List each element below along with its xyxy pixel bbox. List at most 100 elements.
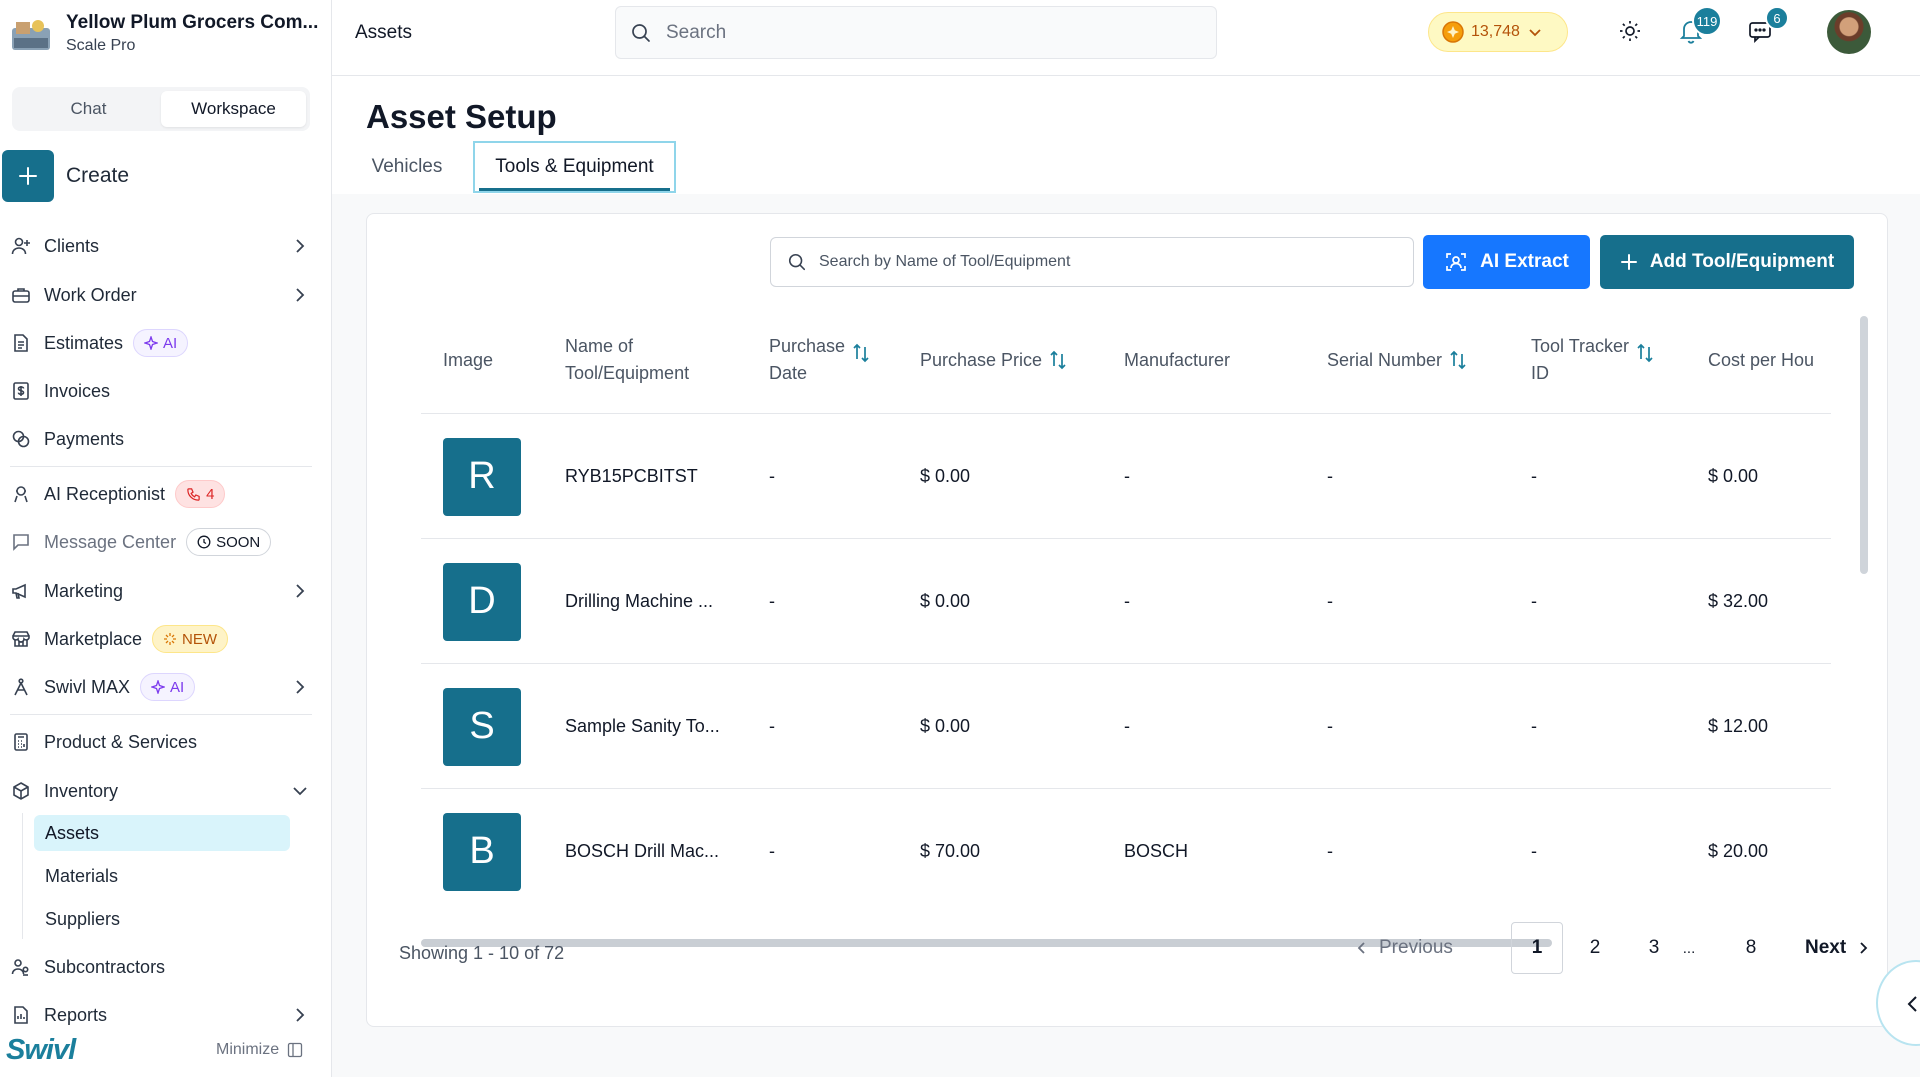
next-label: Next: [1805, 937, 1847, 958]
sort-icon[interactable]: [1048, 348, 1068, 372]
submenu-guide: [22, 813, 23, 939]
sidebar-item-work-order[interactable]: Work Order: [10, 278, 312, 312]
sidebar-item-label: Product & Services: [44, 731, 198, 752]
sidebar-item-invoices[interactable]: Invoices: [10, 374, 312, 408]
minimize-button[interactable]: Minimize: [216, 1041, 303, 1059]
add-tool-label: Add Tool/Equipment: [1649, 251, 1835, 272]
page-button-1[interactable]: 1: [1511, 922, 1563, 974]
coins-value: 13,748: [1471, 23, 1520, 40]
sidebar-item-swivl-max[interactable]: Swivl MAX AI: [10, 670, 312, 704]
coin-icon: [1442, 21, 1464, 43]
tool-avatar: S: [443, 687, 521, 766]
manufacturer: -: [1124, 716, 1130, 736]
tool-name[interactable]: Sample Sanity To...: [565, 664, 720, 789]
chat-mode-button[interactable]: Chat: [16, 91, 161, 127]
messages-button[interactable]: 6: [1745, 6, 1789, 46]
coins-icon: [10, 428, 32, 450]
sidebar-item-label: Subcontractors: [44, 956, 166, 977]
invoice-icon: [10, 380, 32, 402]
tool-tracker-id: -: [1531, 466, 1537, 486]
ai-extract-button[interactable]: AI Extract: [1423, 235, 1590, 289]
tool-avatar: D: [443, 562, 521, 641]
compass-icon: [10, 676, 32, 698]
column-header-purchase-price[interactable]: Purchase Price: [920, 306, 1068, 414]
minimize-label: Minimize: [216, 1041, 280, 1058]
cost-per-hour: $ 0.00: [1708, 466, 1759, 486]
table-row[interactable]: D Drilling Machine ... - $ 0.00 - - - $ …: [421, 539, 1831, 664]
tool-name[interactable]: Drilling Machine ...: [565, 539, 713, 664]
page-button-8[interactable]: 8: [1725, 922, 1777, 974]
sidebar-subitem-assets[interactable]: Assets: [34, 815, 290, 851]
next-page-button[interactable]: Next: [1805, 922, 1872, 974]
search-icon: [632, 23, 650, 42]
document-icon: [10, 332, 32, 354]
tool-name[interactable]: BOSCH Drill Mac...: [565, 789, 719, 914]
table-header: Image Name of Tool/Equipment Purchase Date…: [421, 306, 1831, 414]
sidebar-item-product-services[interactable]: Product & Services: [10, 725, 312, 759]
add-tool-button[interactable]: Add Tool/Equipment: [1600, 235, 1854, 289]
sparkle-icon: [164, 633, 177, 645]
sidebar-item-inventory[interactable]: Inventory: [10, 774, 312, 808]
sort-icon[interactable]: [851, 341, 871, 365]
tool-search-input[interactable]: [819, 253, 1399, 271]
notifications-button[interactable]: 119: [1674, 6, 1722, 48]
column-header-serial-number[interactable]: Serial Number: [1327, 306, 1468, 414]
box-icon: [10, 780, 32, 802]
ai-badge: AI: [133, 329, 189, 357]
table-row[interactable]: R RYB15PCBITST - $ 0.00 - - - $ 0.00: [421, 414, 1831, 539]
plus-icon: [2, 150, 54, 202]
megaphone-icon: [10, 580, 32, 602]
org-plan: Scale Pro: [66, 37, 136, 54]
ai-scan-icon: [1446, 253, 1466, 271]
new-badge: NEW: [152, 625, 229, 653]
theme-toggle-button[interactable]: [1615, 16, 1645, 46]
sort-icon[interactable]: [1448, 348, 1468, 372]
sidebar-item-message-center[interactable]: Message Center SOON: [10, 525, 312, 559]
manufacturer: -: [1124, 591, 1130, 611]
column-header-purchase-date[interactable]: Purchase Date: [769, 306, 871, 414]
global-search-input[interactable]: [666, 21, 1186, 44]
tool-name[interactable]: RYB15PCBITST: [565, 414, 698, 539]
cost-per-hour: $ 32.00: [1708, 591, 1769, 611]
coins-button[interactable]: 13,748: [1428, 12, 1568, 52]
messages-count: 6: [1765, 6, 1789, 30]
vertical-scrollbar[interactable]: [1860, 316, 1868, 574]
tab-vehicles[interactable]: Vehicles: [352, 141, 462, 193]
page-ellipsis: ...: [1682, 939, 1696, 957]
workspace-mode-button[interactable]: Workspace: [161, 91, 306, 127]
org-switcher[interactable]: Yellow Plum Grocers Com... Scale Pro: [10, 12, 318, 55]
sidebar-item-payments[interactable]: Payments: [10, 422, 312, 456]
topbar: Assets 13,748 119 6: [332, 0, 1920, 76]
report-icon: [10, 1004, 32, 1026]
chevron-down-icon: [1529, 29, 1541, 37]
tab-tools-equipment[interactable]: Tools & Equipment: [473, 141, 676, 193]
sidebar-item-subcontractors[interactable]: Subcontractors: [10, 950, 312, 984]
sidebar-item-marketplace[interactable]: Marketplace NEW: [10, 622, 312, 656]
avatar[interactable]: [1827, 10, 1871, 54]
plus-icon: [1620, 254, 1637, 270]
sidebar-item-reports[interactable]: Reports: [10, 998, 312, 1032]
serial-number: -: [1327, 716, 1333, 736]
sidebar-item-clients[interactable]: Clients: [10, 229, 312, 263]
column-header-image: Image: [443, 349, 494, 370]
page-title: Asset Setup: [366, 98, 557, 135]
chevron-right-icon: [290, 236, 310, 261]
purchase-date: -: [769, 716, 775, 736]
purchase-date: -: [769, 591, 775, 611]
manufacturer: -: [1124, 466, 1130, 486]
sidebar-item-estimates[interactable]: Estimates AI: [10, 326, 312, 360]
sidebar-subitem-suppliers[interactable]: Suppliers: [34, 901, 290, 937]
sidebar-item-label: Work Order: [44, 284, 137, 305]
sidebar-subitem-materials[interactable]: Materials: [34, 858, 290, 894]
column-header-tool-tracker-id[interactable]: Tool Tracker ID: [1531, 306, 1655, 414]
sort-icon[interactable]: [1635, 341, 1655, 365]
table-row[interactable]: S Sample Sanity To... - $ 0.00 - - - $ 1…: [421, 664, 1831, 789]
table-row[interactable]: B BOSCH Drill Mac... - $ 70.00 BOSCH - -…: [421, 789, 1831, 914]
page-button-2[interactable]: 2: [1569, 922, 1621, 974]
previous-page-button[interactable]: Previous: [1353, 922, 1453, 974]
sidebar-item-ai-receptionist[interactable]: AI Receptionist 4: [10, 477, 312, 511]
users-icon: [10, 956, 32, 978]
create-button[interactable]: Create: [2, 150, 129, 202]
sidebar-item-marketing[interactable]: Marketing: [10, 574, 312, 608]
page-button-3[interactable]: 3: [1628, 922, 1680, 974]
